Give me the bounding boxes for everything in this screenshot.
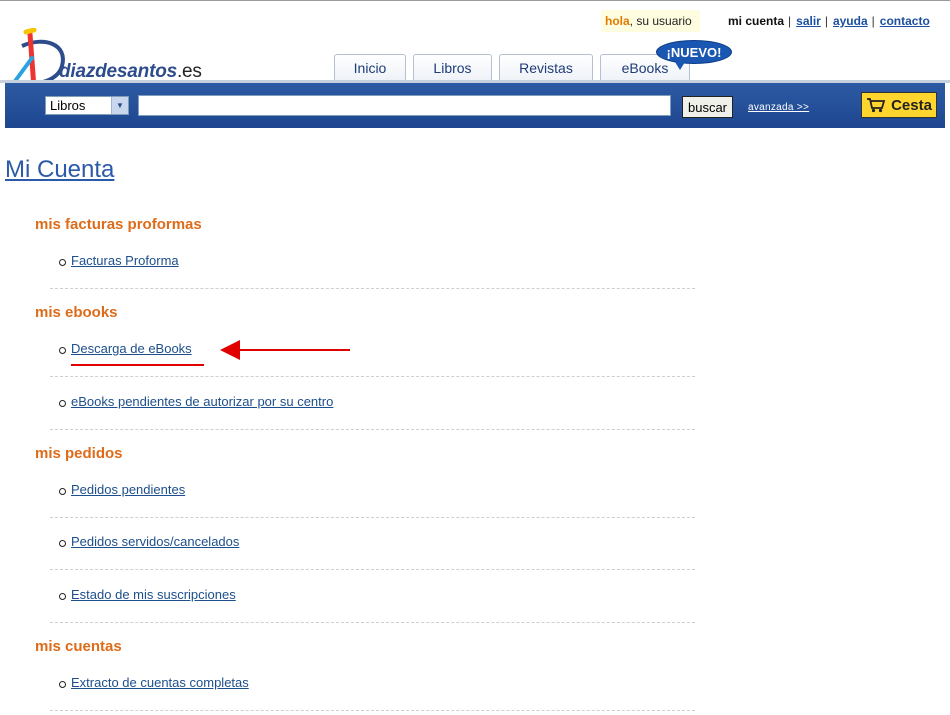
cart-icon <box>867 98 886 113</box>
top-border <box>0 0 950 1</box>
main-tabs: Inicio Libros Revistas eBooks <box>0 54 950 82</box>
divider <box>50 622 695 623</box>
list-item: Descarga de eBooks <box>50 325 695 377</box>
extracto-cuentas-link[interactable]: Extracto de cuentas completas <box>71 675 249 690</box>
contacto-link[interactable]: contacto <box>880 14 930 28</box>
bullet <box>59 347 66 354</box>
list-item: Extracto de cuentas completas <box>50 659 695 711</box>
bullet <box>59 400 66 407</box>
list-item: Estado de mis suscripciones <box>50 571 695 623</box>
annotation-underline <box>71 364 204 366</box>
divider <box>50 288 695 289</box>
salir-link[interactable]: salir <box>796 14 821 28</box>
section-cuentas: mis cuentas <box>35 638 122 655</box>
tab-libros[interactable]: Libros <box>413 54 492 81</box>
cart-button[interactable]: Cesta <box>861 92 937 118</box>
divider <box>50 710 695 711</box>
tab-revistas[interactable]: Revistas <box>499 54 593 81</box>
bullet <box>59 259 66 266</box>
list-item: Facturas Proforma <box>50 237 695 289</box>
divider <box>50 429 695 430</box>
advanced-search-link[interactable]: avanzada >> <box>748 102 809 113</box>
bullet <box>59 681 66 688</box>
category-select-value: Libros <box>50 98 86 113</box>
pedidos-pendientes-link[interactable]: Pedidos pendientes <box>71 482 185 497</box>
list-item: Pedidos servidos/cancelados <box>50 518 695 570</box>
pedidos-servidos-link[interactable]: Pedidos servidos/cancelados <box>71 534 239 549</box>
greeting-hola: hola <box>605 14 630 28</box>
list-item: eBooks pendientes de autorizar por su ce… <box>50 378 695 430</box>
chevron-down-icon[interactable]: ▼ <box>111 97 128 114</box>
user-greeting: hola , su usuario <box>601 10 700 32</box>
category-select[interactable]: Libros ▼ <box>45 96 129 115</box>
bullet <box>59 488 66 495</box>
mi-cuenta-label: mi cuenta <box>728 14 785 28</box>
section-ebooks: mis ebooks <box>35 304 118 321</box>
descarga-ebooks-link[interactable]: Descarga de eBooks <box>71 341 192 356</box>
bullet <box>59 540 66 547</box>
divider <box>50 569 695 570</box>
section-pedidos: mis pedidos <box>35 445 123 462</box>
search-input[interactable] <box>138 95 671 116</box>
facturas-proforma-link[interactable]: Facturas Proforma <box>71 253 179 268</box>
bullet <box>59 593 66 600</box>
section-facturas: mis facturas proformas <box>35 216 202 233</box>
search-bar: Libros ▼ buscar avanzada >> Cesta <box>5 83 945 128</box>
greeting-user: , su usuario <box>629 14 692 28</box>
ayuda-link[interactable]: ayuda <box>833 14 868 28</box>
page-title[interactable]: Mi Cuenta <box>5 156 114 184</box>
top-links: mi cuenta | salir | ayuda | contacto <box>728 14 930 28</box>
search-button[interactable]: buscar <box>682 96 733 118</box>
divider <box>50 376 695 377</box>
cart-label: Cesta <box>891 96 932 114</box>
nuevo-badge: ¡NUEVO! <box>656 40 732 70</box>
tab-inicio[interactable]: Inicio <box>334 54 406 81</box>
ebooks-pendientes-link[interactable]: eBooks pendientes de autorizar por su ce… <box>71 394 333 409</box>
estado-suscripciones-link[interactable]: Estado de mis suscripciones <box>71 587 236 602</box>
annotation-arrow-icon <box>220 340 350 360</box>
list-item: Pedidos pendientes <box>50 466 695 518</box>
